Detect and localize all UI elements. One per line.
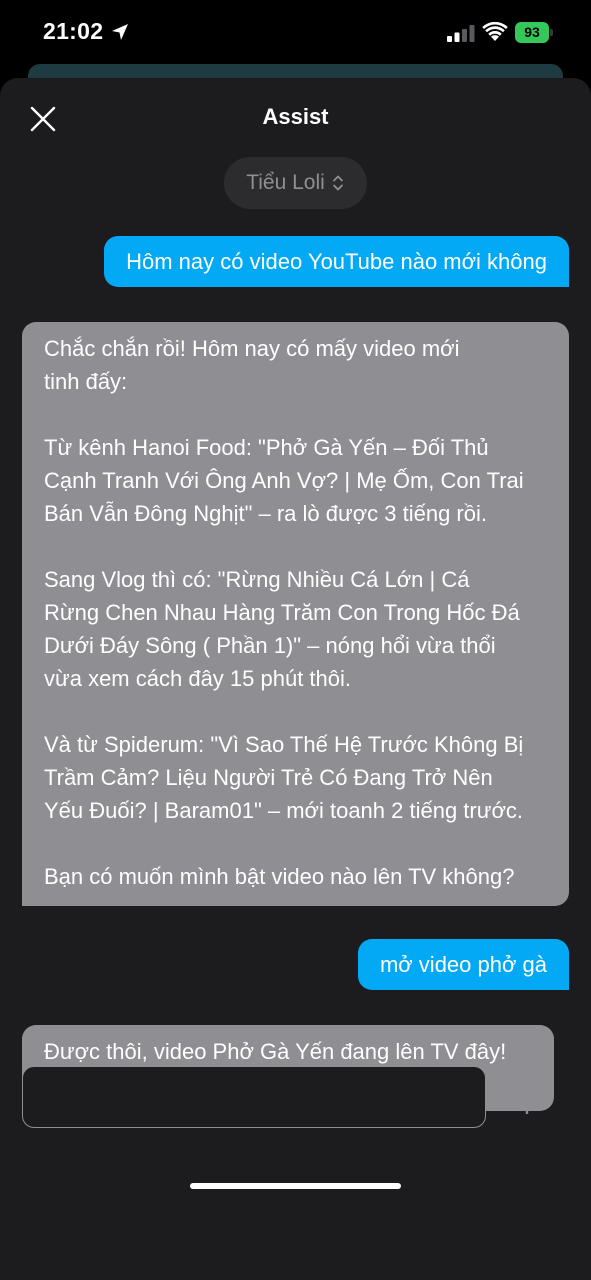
wifi-icon — [482, 22, 508, 41]
agent-picker[interactable]: Tiểu Loli — [224, 157, 367, 209]
sheet-title: Assist — [262, 104, 329, 129]
status-bar: 21:02 93 — [0, 0, 591, 64]
agent-picker-label: Tiểu Loli — [246, 171, 325, 194]
cellular-signal-icon — [447, 25, 475, 42]
battery-level: 93 — [524, 24, 540, 40]
message-input-box[interactable] — [22, 1066, 486, 1128]
location-arrow-icon — [112, 24, 128, 40]
message-bubble-user: Hôm nay có video YouTube nào mới không — [104, 236, 569, 287]
home-indicator — [190, 1183, 401, 1189]
chevron-up-down-icon — [332, 175, 343, 191]
message-input[interactable] — [23, 1067, 485, 1127]
battery-cap — [550, 29, 553, 36]
battery-indicator: 93 — [515, 22, 553, 43]
microphone-icon[interactable] — [512, 1080, 542, 1114]
message-bubble-user: mở video phở gà — [357, 939, 569, 990]
status-time: 21:02 — [43, 18, 104, 44]
message-bubble-assistant: Chắc chắn rồi! Hôm nay có mấy video mới … — [22, 322, 569, 906]
